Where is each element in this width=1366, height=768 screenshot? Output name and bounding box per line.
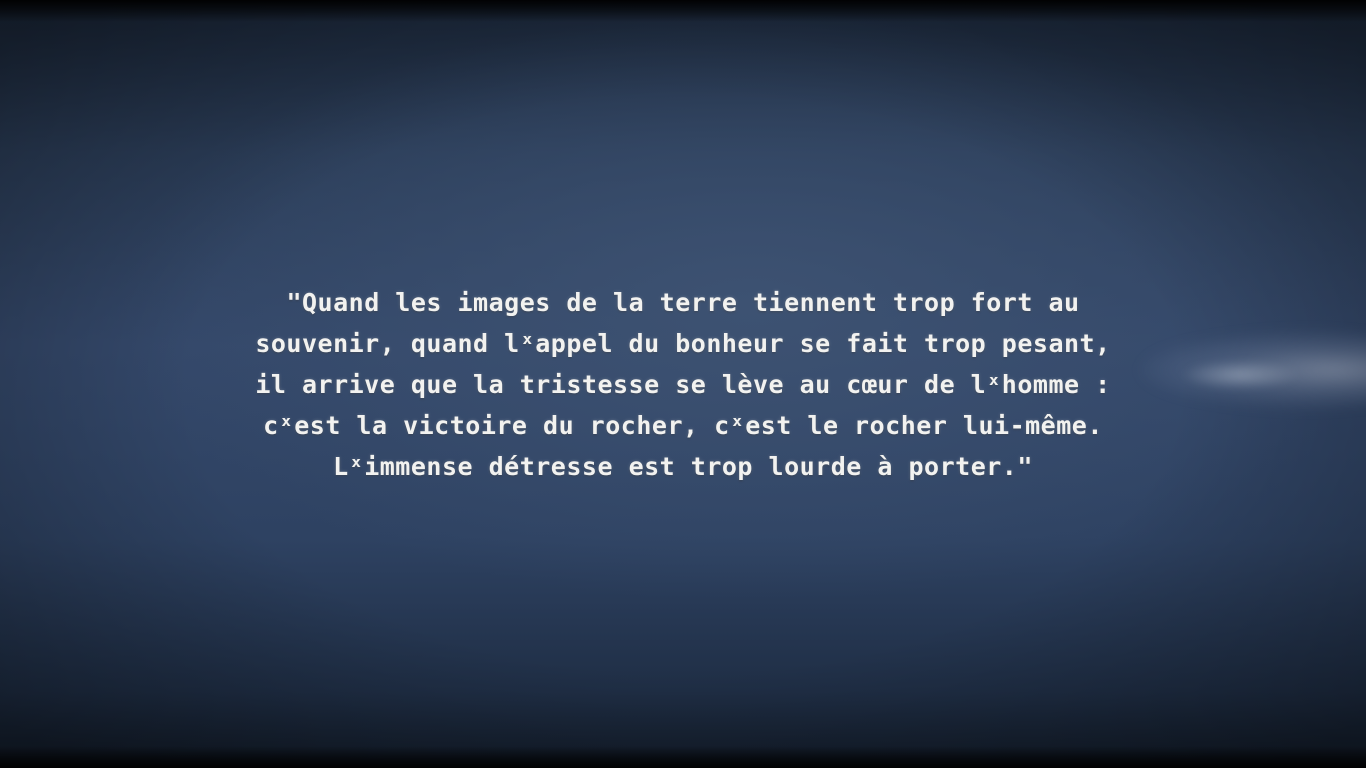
quote-line-4: cˣest la victoire du rocher, cˣest le ro… bbox=[263, 411, 1103, 440]
quote-line-1: "Quand les images de la terre tiennent t… bbox=[286, 288, 1080, 317]
quote-text: "Quand les images de la terre tiennent t… bbox=[83, 282, 1283, 487]
letterbox-top bbox=[0, 0, 1366, 22]
letterbox-bottom bbox=[0, 746, 1366, 768]
video-frame: "Quand les images de la terre tiennent t… bbox=[0, 0, 1366, 768]
quote-line-5: Lˣimmense détresse est trop lourde à por… bbox=[333, 452, 1033, 481]
quote-line-3: il arrive que la tristesse se lève au cœ… bbox=[255, 370, 1111, 399]
quote-line-2: souvenir, quand lˣappel du bonheur se fa… bbox=[255, 329, 1111, 358]
